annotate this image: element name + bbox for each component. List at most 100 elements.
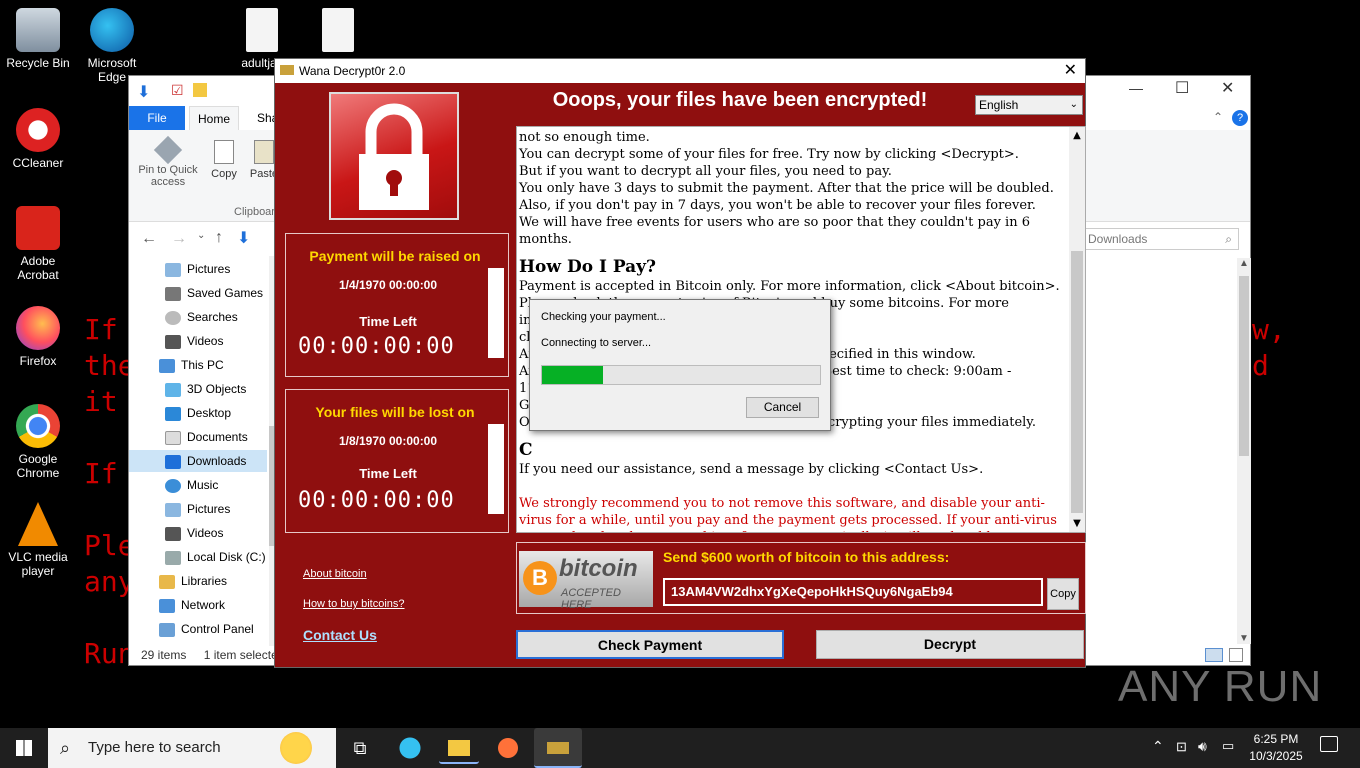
taskbar-search-box[interactable]: ⌕ Type here to search bbox=[48, 728, 336, 768]
chevron-up-icon[interactable]: ⌃ bbox=[1213, 110, 1223, 124]
taskbar-firefox-icon[interactable] bbox=[488, 732, 528, 764]
task-view-icon[interactable]: ⧉ bbox=[340, 732, 380, 764]
music-icon bbox=[165, 478, 181, 493]
pin-icon bbox=[153, 135, 183, 165]
wallpaper-line: d bbox=[1252, 349, 1269, 382]
desktop-icon-firefox[interactable]: Firefox bbox=[0, 306, 76, 368]
bitcoin-address-field[interactable]: 13AM4VW2dhxYgXeQepoHkHSQuy6NgaEb94 bbox=[663, 578, 1043, 606]
nav-documents[interactable]: Documents bbox=[165, 426, 248, 448]
pin-quick-access-button[interactable]: Pin to Quick access bbox=[133, 135, 203, 188]
paste-icon bbox=[254, 140, 274, 164]
copy-label: Copy bbox=[211, 168, 237, 180]
taskbar-edge-icon[interactable] bbox=[390, 732, 430, 764]
help-icon[interactable]: ? bbox=[1232, 110, 1248, 126]
lock-image bbox=[329, 92, 459, 220]
new-folder-icon[interactable] bbox=[193, 83, 207, 97]
tray-chevron-up-icon[interactable]: ⌃ bbox=[1152, 738, 1164, 755]
copy-button[interactable]: Copy bbox=[207, 140, 241, 180]
nav-this-pc[interactable]: This PC bbox=[159, 354, 224, 376]
view-tiles-icon[interactable] bbox=[1229, 648, 1243, 662]
nav-libraries[interactable]: Libraries bbox=[159, 570, 227, 592]
nav-desktop[interactable]: Desktop bbox=[165, 402, 231, 424]
desktop-icon-recycle-bin[interactable]: Recycle Bin bbox=[0, 8, 76, 70]
up-arrow-icon[interactable]: ↑ bbox=[215, 229, 223, 247]
tab-file[interactable]: File bbox=[129, 106, 185, 130]
maximize-icon[interactable]: ☐ bbox=[1175, 78, 1189, 98]
nav-3d-objects[interactable]: 3D Objects bbox=[165, 378, 246, 400]
language-select[interactable]: English ⌄ bbox=[975, 95, 1083, 115]
desktop-icon-edge[interactable]: Microsoft Edge bbox=[74, 8, 150, 84]
nav-control-panel[interactable]: Control Panel bbox=[159, 618, 254, 640]
pictures-icon bbox=[165, 502, 181, 517]
wanadecryptor-titlebar[interactable]: Wana Decrypt0r 2.0 ✕ bbox=[275, 59, 1085, 83]
start-button[interactable] bbox=[0, 728, 48, 768]
scroll-up-icon[interactable]: ▲ bbox=[1237, 258, 1251, 269]
contact-us-link[interactable]: Contact Us bbox=[303, 627, 377, 643]
tab-home[interactable]: Home bbox=[189, 106, 240, 130]
scroll-down-icon[interactable]: ▼ bbox=[1069, 515, 1085, 532]
search-box[interactable]: Downloads ⌕ bbox=[1083, 228, 1239, 250]
about-bitcoin-link[interactable]: About bitcoin bbox=[303, 568, 367, 580]
nav-pictures-2[interactable]: Pictures bbox=[165, 498, 230, 520]
time-left-label: Time Left bbox=[359, 466, 417, 481]
text-line: If you need our assistance, send a messa… bbox=[519, 462, 984, 477]
text-line: You only have 3 days to submit the payme… bbox=[519, 181, 1054, 196]
countdown-timer: 00:00:00:00 bbox=[298, 334, 455, 359]
nav-pictures[interactable]: Pictures bbox=[165, 258, 230, 280]
scroll-down-icon[interactable]: ▼ bbox=[1237, 633, 1251, 644]
desktop-icon-chrome[interactable]: Google Chrome bbox=[0, 404, 76, 480]
quick-access-arrow-icon[interactable]: ⬇ bbox=[137, 82, 150, 102]
nav-label: Downloads bbox=[187, 454, 247, 468]
tray-network-icon[interactable]: ⊡ bbox=[1176, 739, 1187, 755]
desktop-icon-file-2[interactable] bbox=[300, 8, 376, 56]
scroll-up-icon[interactable]: ▲ bbox=[1069, 127, 1085, 144]
lost-title: Your files will be lost on bbox=[315, 404, 475, 420]
wallpaper-text-right: w, d bbox=[1252, 312, 1286, 384]
checking-payment-dialog[interactable]: Checking your payment... Connecting to s… bbox=[529, 299, 831, 431]
nav-downloads[interactable]: Downloads bbox=[129, 450, 267, 472]
close-icon[interactable]: ✕ bbox=[1064, 59, 1077, 83]
forward-arrow-icon[interactable]: → bbox=[171, 230, 187, 248]
clock[interactable]: 6:25 PM 10/3/2025 bbox=[1244, 731, 1308, 765]
taskbar-file-explorer-icon[interactable] bbox=[439, 732, 479, 764]
decrypt-button[interactable]: Decrypt bbox=[816, 630, 1084, 659]
how-to-buy-link[interactable]: How to buy bitcoins? bbox=[303, 598, 405, 610]
content-scrollbar[interactable]: ▲ ▼ bbox=[1237, 258, 1251, 644]
close-icon[interactable]: ✕ bbox=[1221, 78, 1234, 98]
nav-searches[interactable]: Searches bbox=[165, 306, 238, 328]
textbox-scroll-thumb[interactable] bbox=[1071, 251, 1083, 513]
minimize-icon[interactable]: — bbox=[1129, 80, 1143, 96]
nav-label: Pictures bbox=[187, 262, 231, 276]
checking-payment-text: Checking your payment... bbox=[541, 311, 666, 323]
lost-date: 1/8/1970 00:00:00 bbox=[338, 434, 438, 448]
searches-icon bbox=[165, 310, 181, 325]
view-details-icon[interactable] bbox=[1205, 648, 1223, 662]
desktop-icon-vlc[interactable]: VLC media player bbox=[0, 502, 76, 578]
taskbar-wanadecryptor-icon[interactable] bbox=[534, 728, 582, 768]
nav-saved-games[interactable]: Saved Games bbox=[165, 282, 263, 304]
cancel-button[interactable]: Cancel bbox=[746, 397, 819, 418]
nav-music[interactable]: Music bbox=[165, 474, 218, 496]
content-scrollbar-thumb[interactable] bbox=[1239, 276, 1249, 456]
tray-volume-icon[interactable]: 🔊︎ bbox=[1198, 738, 1207, 755]
copy-icon bbox=[214, 140, 234, 164]
nav-videos[interactable]: Videos bbox=[165, 330, 223, 352]
desktop-icon-ccleaner[interactable]: CCleaner bbox=[0, 108, 76, 170]
nav-videos-2[interactable]: Videos bbox=[165, 522, 223, 544]
status-bar: 29 items 1 item selected bbox=[141, 648, 284, 662]
windows-logo-icon bbox=[16, 740, 32, 756]
back-arrow-icon[interactable]: ← bbox=[141, 230, 157, 248]
tray-display-icon[interactable]: ▭ bbox=[1222, 738, 1234, 754]
check-payment-button[interactable]: Check Payment bbox=[516, 630, 784, 659]
chevron-down-icon[interactable]: ⌄ bbox=[197, 230, 205, 241]
properties-check-icon[interactable]: ☑ bbox=[171, 82, 184, 99]
copy-address-button[interactable]: Copy bbox=[1047, 578, 1079, 610]
nav-network[interactable]: Network bbox=[159, 594, 225, 616]
text-line: Payment is accepted in Bitcoin only. For… bbox=[519, 279, 1060, 294]
notification-icon[interactable] bbox=[1320, 736, 1338, 752]
desktop-icon-acrobat[interactable]: Adobe Acrobat bbox=[0, 206, 76, 282]
textbox-scrollbar[interactable]: ▲ ▼ bbox=[1069, 127, 1085, 532]
text-line: not so enough time. bbox=[519, 130, 650, 145]
nav-local-disk[interactable]: Local Disk (C:) bbox=[165, 546, 266, 568]
control-panel-icon bbox=[159, 622, 175, 637]
